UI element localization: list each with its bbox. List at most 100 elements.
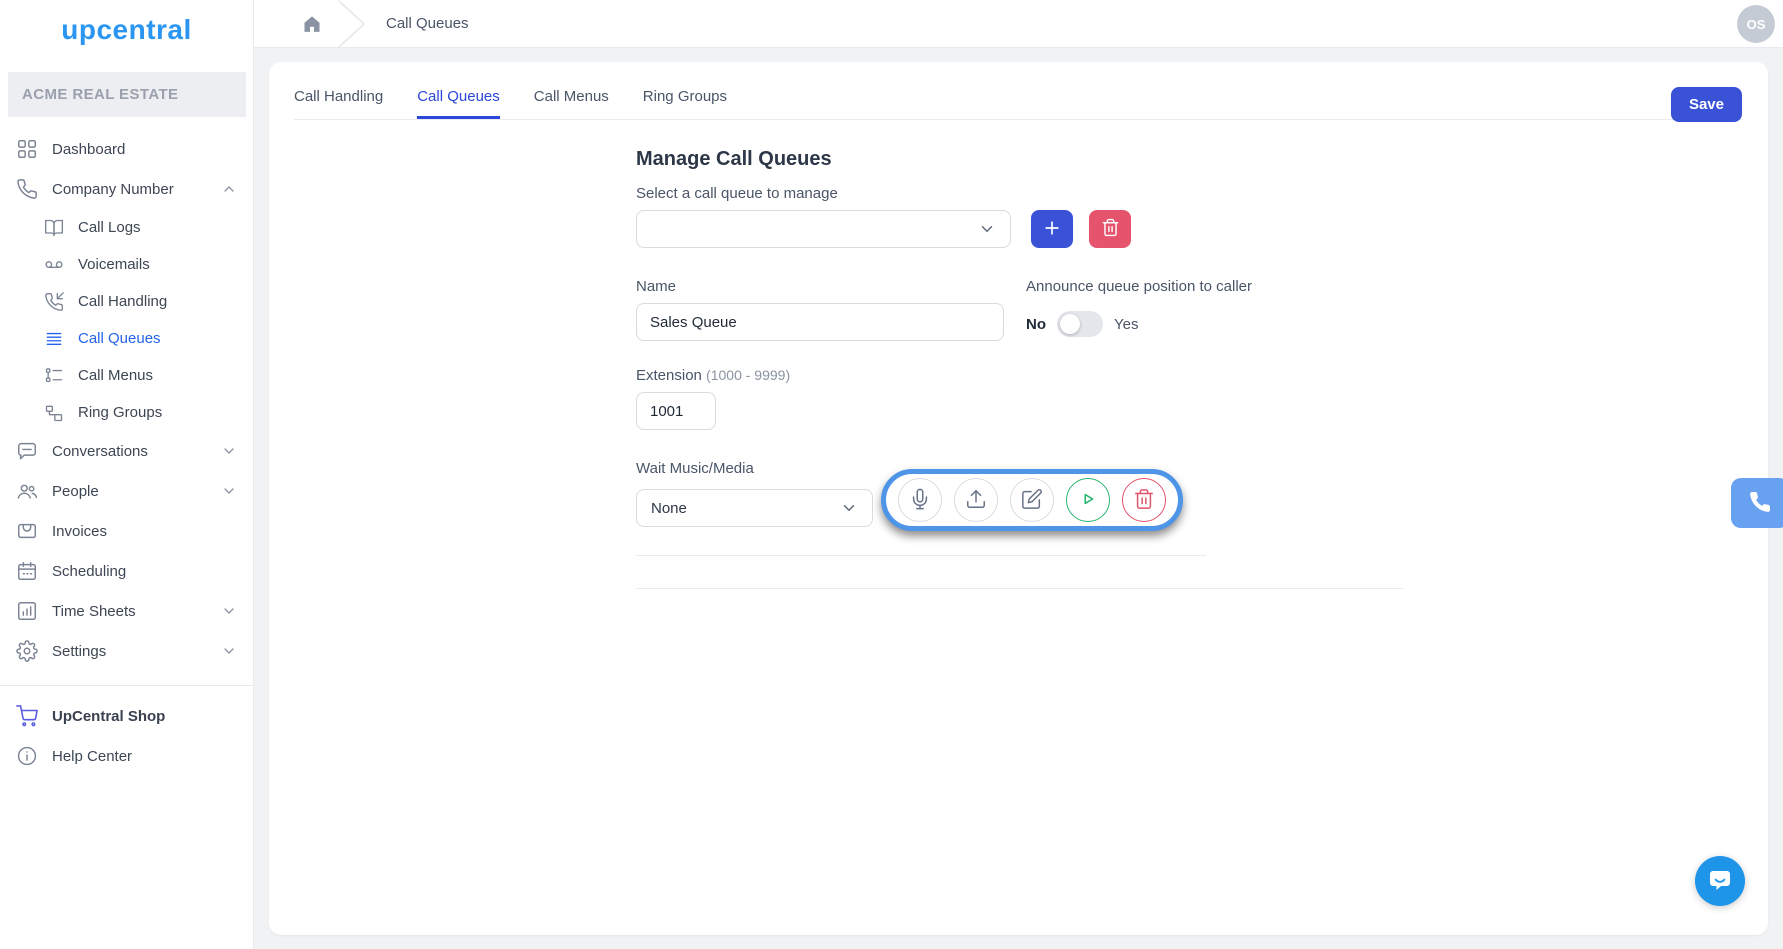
- sidebar-item-voicemails[interactable]: Voicemails: [0, 246, 253, 283]
- organization-name: ACME REAL ESTATE: [8, 72, 246, 117]
- sidebar-item-label: Call Handling: [78, 293, 167, 310]
- people-icon: [16, 480, 38, 502]
- sidebar-item-label: Call Queues: [78, 330, 161, 347]
- sidebar-item-label: Dashboard: [52, 141, 125, 158]
- toggle-knob: [1060, 314, 1080, 334]
- sidebar-item-label: Settings: [52, 643, 106, 660]
- extension-block: Extension (1000 - 9999): [636, 367, 1416, 430]
- add-queue-button[interactable]: [1031, 210, 1073, 248]
- microphone-icon: [909, 488, 931, 513]
- sidebar-item-people[interactable]: People: [0, 471, 253, 511]
- tab-call-handling[interactable]: Call Handling: [294, 88, 383, 119]
- chat-bubble-icon: [1707, 867, 1733, 896]
- avatar[interactable]: OS: [1737, 5, 1775, 43]
- sidebar-item-help-center[interactable]: Help Center: [0, 736, 253, 776]
- toggle-on-label: Yes: [1114, 316, 1138, 333]
- wait-media-value: None: [651, 500, 687, 517]
- queue-select-label: Select a call queue to manage: [636, 185, 1416, 202]
- tab-call-queues[interactable]: Call Queues: [417, 88, 500, 119]
- info-icon: [16, 745, 38, 767]
- dashboard-grid-icon: [16, 138, 38, 160]
- sidebar-item-ring-groups[interactable]: Ring Groups: [0, 394, 253, 431]
- home-icon[interactable]: [302, 14, 322, 34]
- name-input[interactable]: [636, 303, 1004, 341]
- sidebar-item-call-handling[interactable]: Call Handling: [0, 283, 253, 320]
- sidebar-item-settings[interactable]: Settings: [0, 631, 253, 671]
- announce-toggle[interactable]: [1057, 311, 1103, 337]
- media-actions-highlight-group: [881, 469, 1183, 531]
- sidebar-item-label: Call Menus: [78, 367, 153, 384]
- name-announce-row: Name Announce queue position to caller N…: [636, 278, 1416, 341]
- announce-toggle-row: No Yes: [1026, 311, 1252, 337]
- sidebar-item-invoices[interactable]: Invoices: [0, 511, 253, 551]
- chevron-down-icon: [221, 643, 237, 659]
- sidebar-item-time-sheets[interactable]: Time Sheets: [0, 591, 253, 631]
- edit-pencil-icon: [1021, 488, 1043, 513]
- sidebar: upcentral ACME REAL ESTATE Dashboard Com…: [0, 0, 254, 949]
- breadcrumb[interactable]: Call Queues: [386, 15, 469, 32]
- name-label: Name: [636, 278, 1004, 295]
- sidebar-item-call-logs[interactable]: Call Logs: [0, 209, 253, 246]
- breadcrumb-chevron-icon: [338, 0, 366, 48]
- edit-media-button[interactable]: [1010, 478, 1054, 522]
- sidebar-item-label: UpCentral Shop: [52, 708, 165, 725]
- timesheet-icon: [16, 600, 38, 622]
- sidebar-item-conversations[interactable]: Conversations: [0, 431, 253, 471]
- phone-icon: [1748, 490, 1772, 517]
- sidebar-divider: [0, 685, 253, 686]
- sidebar-item-call-menus[interactable]: Call Menus: [0, 357, 253, 394]
- delete-queue-button[interactable]: [1089, 210, 1131, 248]
- sidebar-item-label: Ring Groups: [78, 404, 162, 421]
- sidebar-item-label: Company Number: [52, 181, 174, 198]
- trash-icon: [1101, 218, 1120, 240]
- save-button[interactable]: Save: [1671, 87, 1742, 122]
- tab-ring-groups[interactable]: Ring Groups: [643, 88, 727, 119]
- announce-label: Announce queue position to caller: [1026, 278, 1252, 295]
- menu-tree-icon: [44, 366, 64, 386]
- record-audio-button[interactable]: [898, 478, 942, 522]
- queue-lines-icon: [44, 329, 64, 349]
- chat-support-button[interactable]: [1695, 856, 1745, 906]
- upcentral-logo[interactable]: upcentral: [0, 0, 253, 62]
- plus-icon: [1042, 218, 1062, 241]
- sidebar-item-scheduling[interactable]: Scheduling: [0, 551, 253, 591]
- name-field-block: Name: [636, 278, 1004, 341]
- chevron-down-icon: [978, 220, 996, 238]
- queue-select[interactable]: [636, 210, 1011, 248]
- wait-media-block: Wait Music/Media None: [636, 460, 1416, 531]
- wait-media-select[interactable]: None: [636, 489, 873, 527]
- sidebar-item-label: Scheduling: [52, 563, 126, 580]
- upload-media-button[interactable]: [954, 478, 998, 522]
- extension-input[interactable]: [636, 392, 716, 430]
- sidebar-item-upcentral-shop[interactable]: UpCentral Shop: [0, 696, 253, 736]
- wait-media-row: None: [636, 485, 1416, 531]
- wallet-icon: [16, 520, 38, 542]
- play-media-button[interactable]: [1066, 478, 1110, 522]
- voicemail-icon: [44, 255, 64, 275]
- section-divider: [636, 588, 1403, 589]
- topbar: Call Queues OS: [254, 0, 1783, 48]
- trash-icon: [1133, 488, 1155, 513]
- call-queues-card: Call Handling Call Queues Call Menus Rin…: [269, 62, 1768, 935]
- sidebar-item-dashboard[interactable]: Dashboard: [0, 129, 253, 169]
- sidebar-nav: Dashboard Company Number Call Logs Voice…: [0, 127, 253, 949]
- chat-icon: [16, 440, 38, 462]
- sidebar-item-label: Call Logs: [78, 219, 141, 236]
- queue-select-row: [636, 210, 1416, 248]
- floating-phone-button[interactable]: [1731, 478, 1783, 528]
- toggle-off-label: No: [1026, 316, 1046, 333]
- chevron-up-icon: [221, 181, 237, 197]
- delete-media-button[interactable]: [1122, 478, 1166, 522]
- sidebar-item-label: Conversations: [52, 443, 148, 460]
- tab-call-menus[interactable]: Call Menus: [534, 88, 609, 119]
- sidebar-item-call-queues[interactable]: Call Queues: [0, 320, 253, 357]
- sidebar-item-label: Time Sheets: [52, 603, 136, 620]
- sidebar-item-company-number[interactable]: Company Number: [0, 169, 253, 209]
- sidebar-item-label: Voicemails: [78, 256, 150, 273]
- chevron-down-icon: [221, 443, 237, 459]
- extension-label: Extension (1000 - 9999): [636, 367, 1416, 384]
- play-icon: [1077, 488, 1099, 513]
- app-window: upcentral ACME REAL ESTATE Dashboard Com…: [0, 0, 1783, 949]
- content-area: Call Handling Call Queues Call Menus Rin…: [254, 48, 1783, 949]
- cart-icon: [16, 705, 38, 727]
